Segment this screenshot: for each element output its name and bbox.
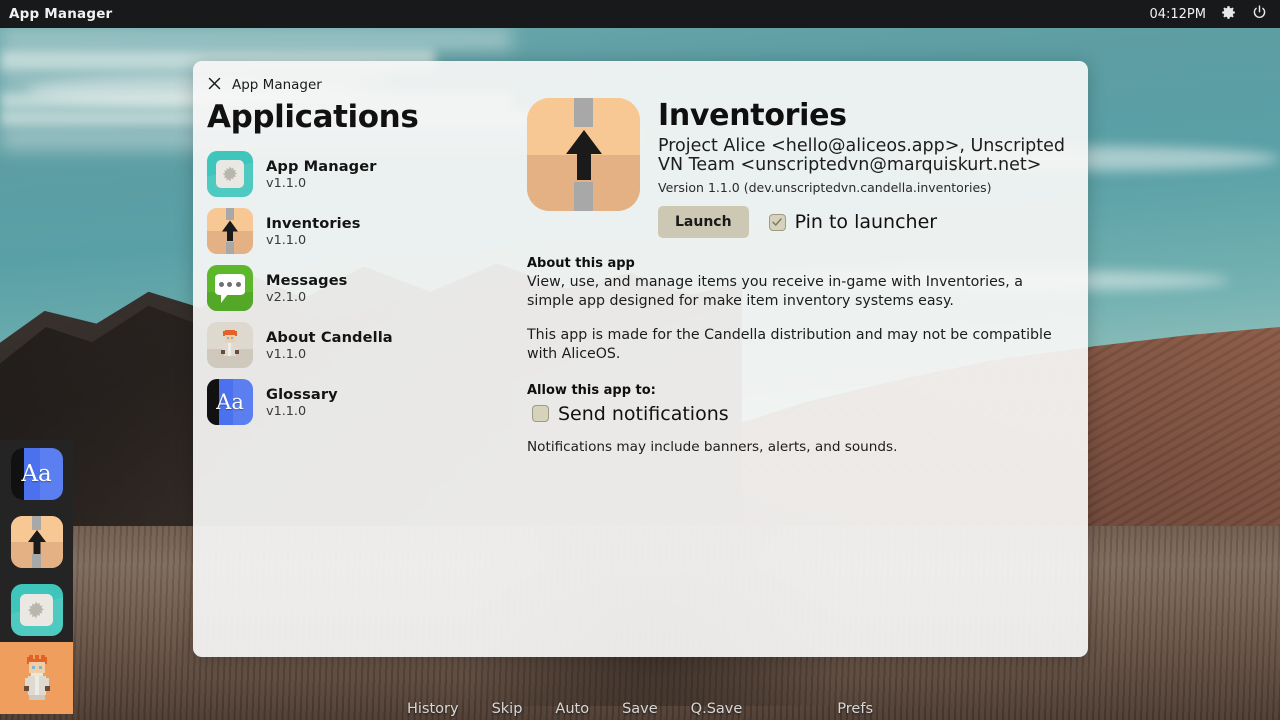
list-item-messages[interactable]: Messages v2.1.0 — [207, 260, 513, 317]
quick-menu-item-history[interactable]: History — [407, 701, 459, 717]
list-item-name: About Candella — [266, 328, 393, 346]
close-icon[interactable] — [207, 76, 222, 95]
app-authors: Project Alice <hello@aliceos.app>, Unscr… — [658, 135, 1066, 176]
dock-item-app-manager[interactable] — [0, 576, 73, 644]
list-item-version: v1.1.0 — [266, 232, 307, 248]
dock-item-glossary[interactable]: Aa — [0, 440, 73, 508]
app-detail-panel: Inventories Project Alice <hello@aliceos… — [513, 95, 1088, 655]
list-item-version: v2.1.0 — [266, 289, 307, 305]
top-bar: App Manager 04:12PM — [0, 0, 1280, 28]
clock: 04:12PM — [1149, 6, 1206, 22]
quick-menu: History Skip Auto Save Q.Save Prefs — [0, 701, 1280, 720]
list-item-version: v1.1.0 — [266, 346, 307, 362]
power-icon[interactable] — [1251, 4, 1268, 25]
quick-menu-item-qsave[interactable]: Q.Save — [691, 701, 743, 717]
permissions-note: Notifications may include banners, alert… — [527, 438, 898, 455]
about-section: About this app View, use, and manage ite… — [527, 256, 1066, 364]
desktop-screen: App Manager 04:12PM Aa History Skip Auto… — [0, 0, 1280, 720]
list-item-about-candella[interactable]: About Candella v1.1.0 — [207, 317, 513, 374]
list-item-version: v1.1.0 — [266, 175, 307, 191]
pin-to-launcher-checkbox[interactable]: Pin to launcher — [768, 211, 938, 234]
app-detail-meta: Inventories Project Alice <hello@aliceos… — [658, 98, 1066, 239]
permissions-heading: Allow this app to: — [527, 382, 656, 398]
quick-menu-item-prefs[interactable]: Prefs — [837, 701, 873, 717]
list-item-inventories[interactable]: Inventories v1.1.0 — [207, 203, 513, 260]
list-item-app-manager[interactable]: App Manager v1.1.0 — [207, 146, 513, 203]
about-heading: About this app — [527, 256, 635, 272]
inventories-icon — [527, 98, 640, 211]
list-item-version: v1.1.0 — [266, 403, 307, 419]
window-header: App Manager — [193, 61, 1088, 95]
dock: Aa — [0, 440, 73, 714]
launch-button[interactable]: Launch — [658, 206, 749, 239]
app-version-line: Version 1.1.0 (dev.unscriptedvn.candella… — [658, 180, 992, 196]
permissions-section: Allow this app to: Send notifications No… — [527, 383, 1066, 455]
checkbox-unchecked-icon — [532, 405, 549, 423]
inventories-icon — [10, 516, 63, 568]
app-manager-icon — [10, 584, 63, 636]
window-body: Applications App Manager v1.1.0 Inventor… — [193, 95, 1088, 655]
list-item-name: Messages — [266, 271, 348, 289]
page-title: Applications — [207, 99, 419, 135]
send-notifications-checkbox[interactable]: Send notifications — [532, 403, 1066, 425]
list-item-name: App Manager — [266, 157, 377, 175]
window-title: App Manager — [232, 77, 322, 93]
app-title: Inventories — [658, 98, 847, 133]
applications-panel: Applications App Manager v1.1.0 Inventor… — [193, 95, 513, 655]
inventories-icon — [207, 208, 253, 254]
about-paragraph-1: View, use, and manage items you receive … — [527, 274, 1023, 309]
top-bar-tray: 04:12PM — [1149, 4, 1268, 25]
list-item-name: Glossary — [266, 385, 338, 403]
list-item-name: Inventories — [266, 214, 361, 232]
checkbox-checked-icon — [768, 213, 786, 231]
messages-icon — [207, 265, 253, 311]
glossary-icon: Aa — [207, 379, 253, 425]
quick-menu-item-save[interactable]: Save — [622, 701, 658, 717]
glossary-icon: Aa — [10, 448, 63, 500]
cloud-shape — [0, 28, 512, 51]
send-notifications-label: Send notifications — [558, 402, 729, 425]
app-actions: Launch Pin to launcher — [658, 206, 1066, 239]
pin-to-launcher-label: Pin to launcher — [794, 211, 938, 234]
dock-item-inventories[interactable] — [0, 508, 73, 576]
app-manager-window: App Manager Applications App Manager v1.… — [193, 61, 1088, 657]
gear-icon[interactable] — [1220, 4, 1237, 25]
quick-menu-item-auto[interactable]: Auto — [555, 701, 589, 717]
app-detail-header: Inventories Project Alice <hello@aliceos… — [527, 95, 1066, 239]
top-bar-title: App Manager — [9, 6, 113, 22]
quick-menu-item-skip[interactable]: Skip — [492, 701, 523, 717]
app-manager-icon — [207, 151, 253, 197]
about-paragraph-2: This app is made for the Candella distri… — [527, 326, 1052, 362]
about-candella-icon — [207, 322, 253, 368]
list-item-glossary[interactable]: Aa Glossary v1.1.0 — [207, 374, 513, 431]
